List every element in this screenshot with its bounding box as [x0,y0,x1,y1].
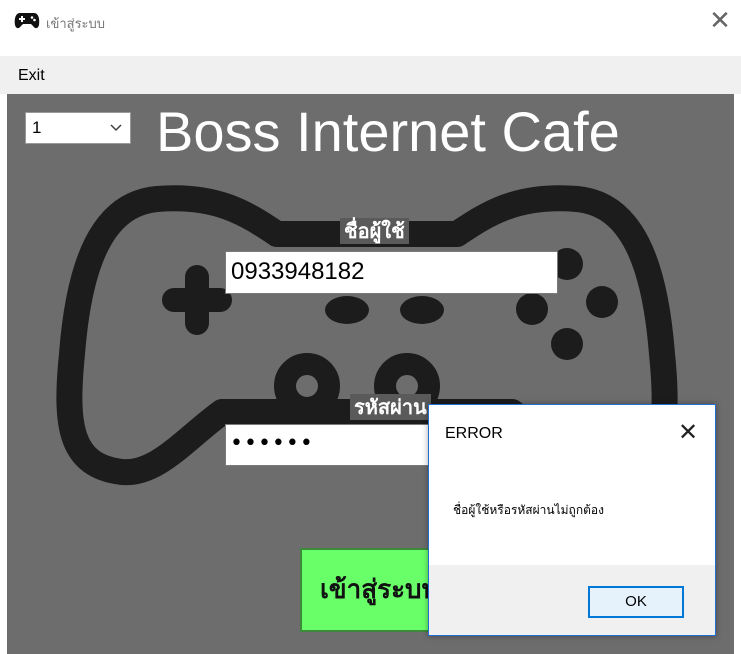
username-label: ชื่อผู้ใช้ [340,218,409,244]
dialog-close-icon[interactable]: ✕ [673,417,703,447]
app-title: Boss Internet Cafe [156,100,620,163]
station-select[interactable]: 1 [25,112,131,144]
error-dialog: ERROR ✕ ชื่อผู้ใช้หรือรหัสผ่านไม่ถูกต้อง… [428,404,716,636]
error-message: ชื่อผู้ใช้หรือรหัสผ่านไม่ถูกต้อง [453,503,604,517]
window-title: เข้าสู่ระบบ [46,17,106,32]
dialog-footer: OK [429,565,715,635]
menu-item-exit[interactable]: Exit [18,67,45,85]
window-titlebar: เข้าสู่ระบบ ✕ [0,0,741,44]
gamepad-icon [14,13,40,29]
station-select-value: 1 [32,118,42,137]
close-icon[interactable]: ✕ [706,8,734,36]
password-label: รหัสผ่าน [350,394,431,420]
ok-button[interactable]: OK [588,586,684,618]
menu-bar: Exit [0,56,741,94]
username-input[interactable]: 0933948182 [225,251,558,294]
dialog-title: ERROR [445,425,503,442]
password-input[interactable]: •••••• [225,424,445,466]
chevron-down-icon [110,124,122,132]
